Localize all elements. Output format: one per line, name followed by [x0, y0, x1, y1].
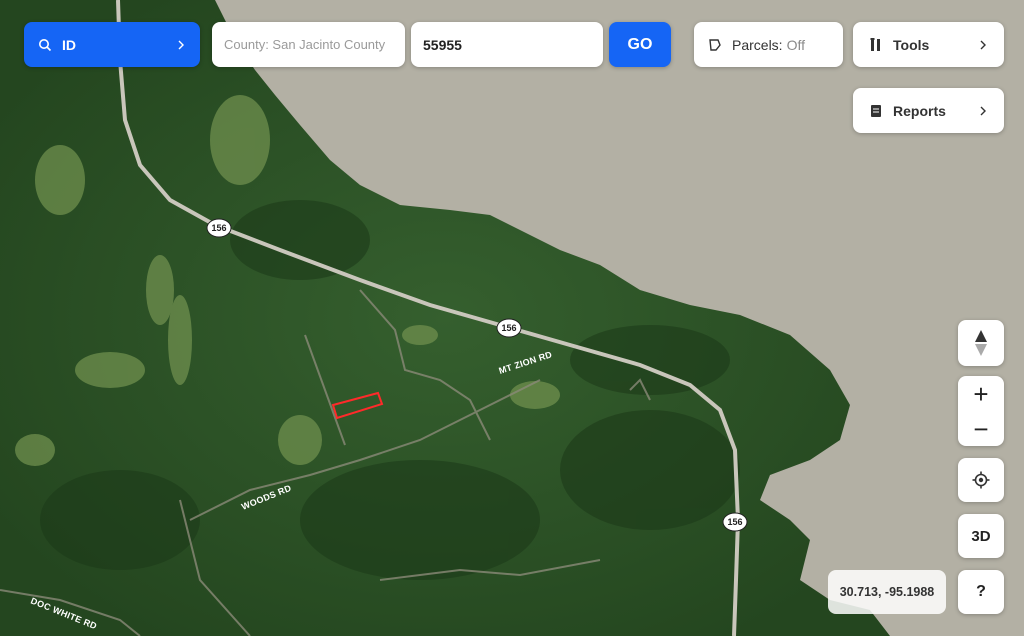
svg-text:156: 156 [501, 323, 516, 333]
3d-label: 3D [971, 527, 991, 545]
county-field[interactable]: County: San Jacinto County [212, 22, 405, 67]
help-label: ? [976, 583, 986, 600]
chevron-right-icon [980, 40, 986, 49]
svg-text:156: 156 [211, 223, 226, 233]
tools-icon [870, 37, 880, 51]
search-type-selector[interactable]: ID [24, 22, 200, 67]
compass-icon [975, 330, 987, 356]
locate-button[interactable] [958, 458, 1004, 502]
highway-shield: 156 [722, 512, 748, 532]
zoom-out-button[interactable]: − [958, 411, 1004, 446]
svg-text:156: 156 [727, 517, 742, 527]
county-field-value: County: San Jacinto County [224, 37, 386, 52]
chevron-right-icon [980, 106, 986, 115]
tools-button[interactable]: Tools [853, 22, 1004, 67]
go-button[interactable]: GO [609, 22, 671, 67]
search-icon [39, 38, 52, 51]
locate-icon [972, 471, 990, 489]
highway-shield: 156 [496, 318, 522, 338]
search-type-label: ID [62, 36, 76, 53]
reports-label: Reports [893, 102, 946, 119]
zoom-controls: + − [958, 376, 1004, 446]
parcels-toggle-button[interactable]: Parcels: Off [694, 22, 843, 67]
help-button[interactable]: ? [958, 570, 1004, 614]
reports-icon [871, 104, 881, 117]
parcels-state: Off [786, 36, 805, 53]
parcel-shape-icon [709, 38, 721, 51]
coordinates-readout: 30.713, -95.1988 [828, 570, 946, 614]
parcels-label: Parcels: [732, 36, 783, 53]
go-button-label: GO [627, 35, 653, 53]
reports-button[interactable]: Reports [853, 88, 1004, 133]
zoom-in-button[interactable]: + [958, 376, 1004, 411]
3d-toggle-button[interactable]: 3D [958, 514, 1004, 558]
tools-label: Tools [893, 36, 930, 53]
parcel-id-value: 55955 [423, 36, 462, 53]
parcel-id-input[interactable]: 55955 [411, 22, 603, 67]
compass-button[interactable] [958, 320, 1004, 366]
highway-shield: 156 [206, 218, 232, 238]
chevron-right-icon [178, 40, 184, 49]
